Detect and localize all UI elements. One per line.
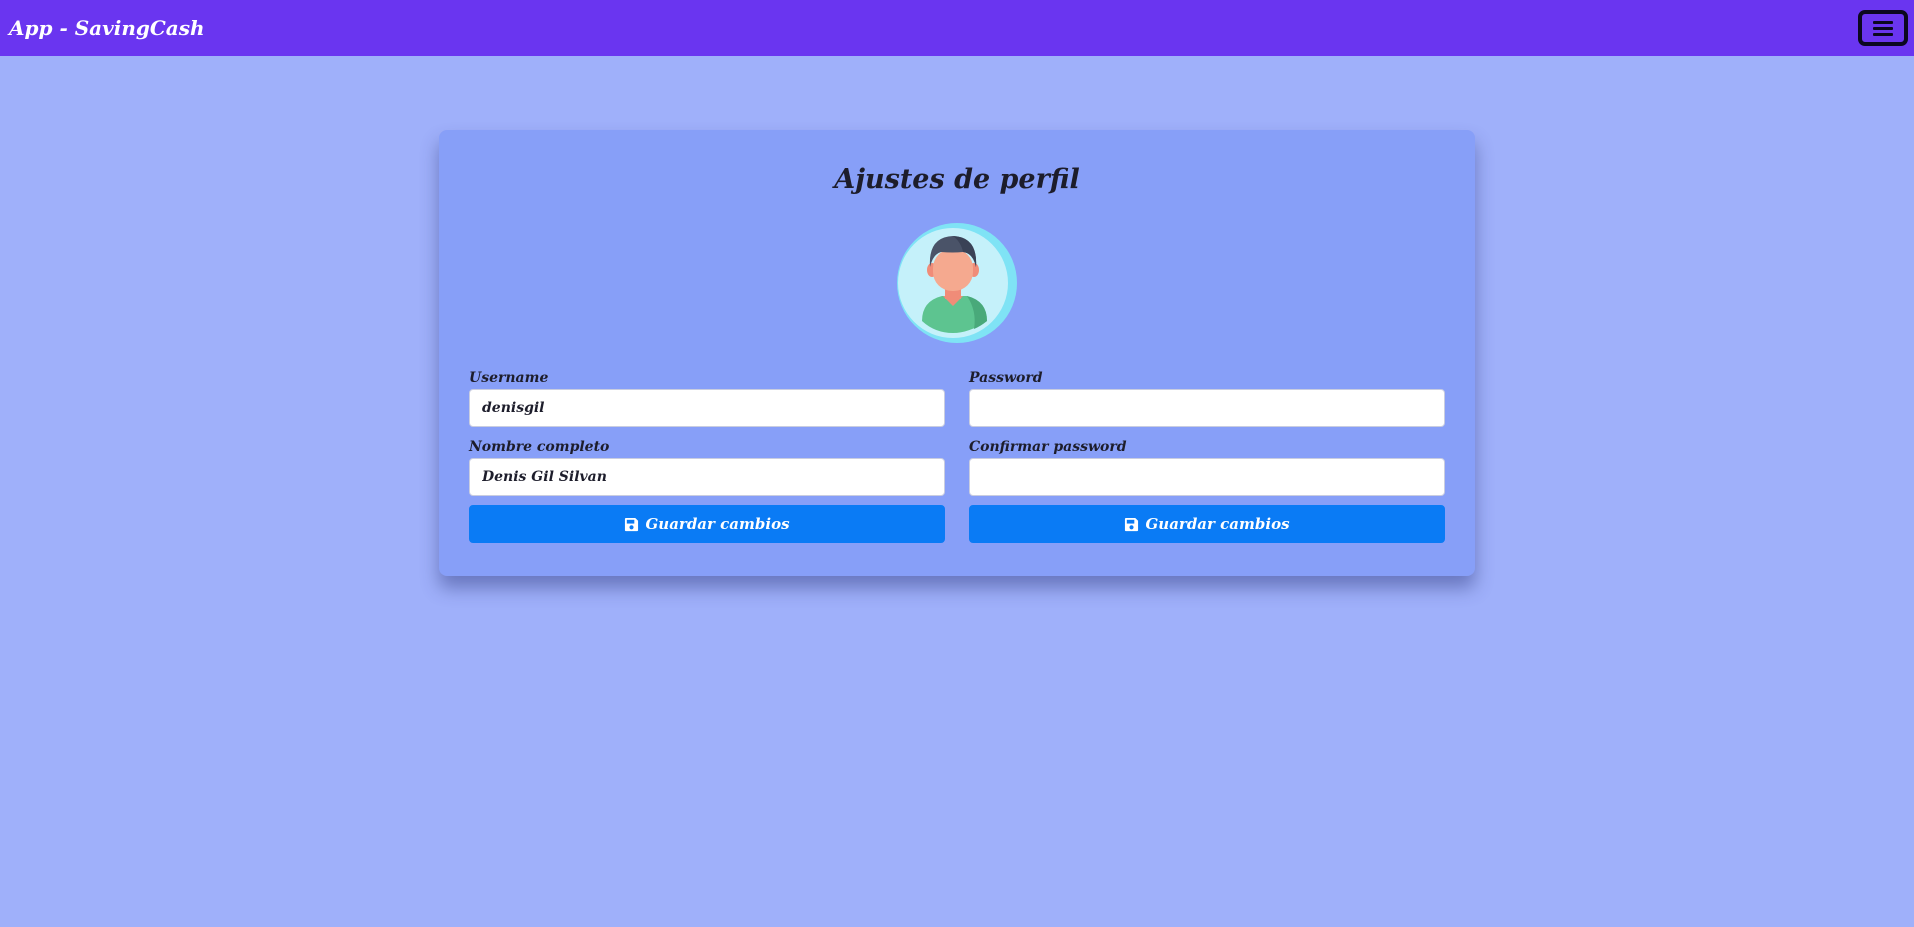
menu-toggle-button[interactable]	[1858, 10, 1908, 46]
username-label: Username	[469, 370, 549, 386]
password-group: Password	[969, 369, 1445, 427]
profile-card: Ajustes de perfil Username Passwo	[439, 130, 1475, 576]
username-group: Username	[469, 369, 945, 427]
username-input[interactable]	[469, 389, 945, 427]
user-avatar-icon	[897, 223, 1017, 343]
password-label: Password	[969, 370, 1043, 386]
save-icon	[1124, 517, 1139, 532]
save-icon	[624, 517, 639, 532]
save-password-label: Guardar cambios	[1145, 515, 1290, 533]
hamburger-icon	[1873, 20, 1893, 36]
navbar: App - SavingCash	[0, 0, 1914, 56]
full-name-label: Nombre completo	[469, 439, 610, 455]
page-title: Ajustes de perfil	[834, 164, 1080, 195]
avatar	[897, 223, 1017, 343]
app-brand[interactable]: App - SavingCash	[9, 16, 205, 40]
profile-form: Username Password Nombre completo Confir…	[469, 369, 1445, 543]
save-profile-button[interactable]: Guardar cambios	[469, 505, 945, 543]
confirm-password-input[interactable]	[969, 458, 1445, 496]
full-name-input[interactable]	[469, 458, 945, 496]
confirm-password-label: Confirmar password	[969, 439, 1127, 455]
save-profile-label: Guardar cambios	[645, 515, 790, 533]
save-password-button[interactable]: Guardar cambios	[969, 505, 1445, 543]
password-input[interactable]	[969, 389, 1445, 427]
full-name-group: Nombre completo	[469, 438, 945, 496]
confirm-password-group: Confirmar password	[969, 438, 1445, 496]
